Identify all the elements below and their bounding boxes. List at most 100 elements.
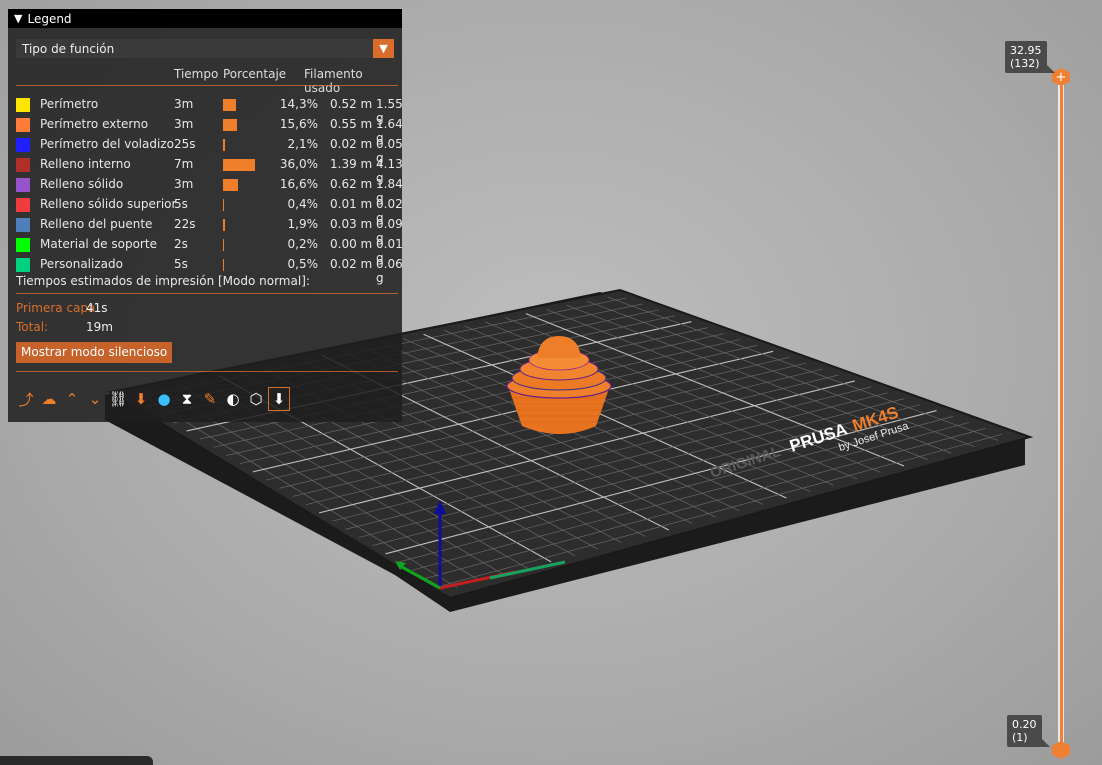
- feature-color-swatch: [16, 238, 30, 252]
- feature-color-swatch: [16, 218, 30, 232]
- top-layer: (132): [1010, 57, 1040, 70]
- legend-panel: ▼ Legend Tipo de función ▼ Tiempo Porcen…: [8, 9, 403, 422]
- total-value: 19m: [86, 320, 113, 334]
- estimates-title: Tiempos estimados de impresión [Modo nor…: [16, 274, 310, 288]
- header-divider: [16, 85, 398, 86]
- top-height: 32.95: [1010, 44, 1042, 57]
- feature-percent-bar: [223, 179, 238, 191]
- feature-time: 2s: [174, 237, 188, 251]
- feature-color-swatch: [16, 98, 30, 112]
- bottom-tab-bar[interactable]: [0, 756, 153, 765]
- color-changes-icon[interactable]: ●: [154, 388, 174, 410]
- feature-length: 0.02 m: [330, 257, 373, 271]
- feature-row[interactable]: Relleno interno 7m 36,0% 1.39 m 4.13 g: [8, 155, 403, 185]
- feature-length: 0.62 m: [330, 177, 373, 191]
- total-label: Total:: [16, 320, 49, 334]
- feature-row[interactable]: Relleno sólido 3m 16,6% 0.62 m 1.84 g: [8, 175, 403, 205]
- feature-time: 5s: [174, 197, 188, 211]
- feature-name: Perímetro externo: [40, 117, 149, 131]
- legend-header[interactable]: ▼ Legend: [8, 9, 402, 28]
- feature-length: 0.01 m: [330, 197, 373, 211]
- feature-row[interactable]: Perímetro externo 3m 15,6% 0.55 m 1.64 g: [8, 115, 403, 145]
- feature-color-swatch: [16, 118, 30, 132]
- feature-color-swatch: [16, 138, 30, 152]
- feature-color-swatch: [16, 158, 30, 172]
- view-type-value: Tipo de función: [22, 41, 115, 56]
- feature-time: 3m: [174, 117, 194, 131]
- feature-percent: 16,6%: [279, 177, 318, 191]
- feature-percent: 1,9%: [287, 217, 319, 231]
- seams-icon[interactable]: ⛓: [108, 388, 128, 410]
- collapse-triangle-icon[interactable]: ▼: [14, 12, 22, 25]
- feature-name: Personalizado: [40, 257, 123, 271]
- wipe-icon[interactable]: ☁: [39, 388, 59, 410]
- feature-percent-bar: [223, 259, 224, 271]
- bottom-layer: (1): [1012, 731, 1028, 744]
- feature-percent-bar: [223, 199, 224, 211]
- feature-percent: 0,5%: [287, 257, 319, 271]
- visibility-toolbar: ⤴ ☁ ⌃ ⌄ ⛓ ⬇ ● ⧗ ✎ ◐ ⬡ ⬇: [16, 384, 398, 414]
- feature-row[interactable]: Material de soporte 2s 0,2% 0.00 m 0.01 g: [8, 235, 403, 265]
- pause-icon[interactable]: ⧗: [177, 388, 197, 410]
- feature-percent: 0,4%: [287, 197, 319, 211]
- feature-percent-bar: [223, 159, 255, 171]
- feature-time: 22s: [174, 217, 196, 231]
- feature-time: 3m: [174, 177, 194, 191]
- plus-icon: +: [1055, 69, 1067, 85]
- toolbar-divider: [16, 371, 398, 372]
- feature-row[interactable]: Relleno del puente 22s 1,9% 0.03 m 0.09 g: [8, 215, 403, 245]
- feature-time: 3m: [174, 97, 194, 111]
- tool-changes-icon[interactable]: ⬇: [131, 388, 151, 410]
- feature-time: 5s: [174, 257, 188, 271]
- show-silent-mode-button[interactable]: Mostrar modo silencioso: [16, 342, 173, 363]
- custom-gcode-icon[interactable]: ✎: [200, 388, 220, 410]
- feature-percent: 0,2%: [287, 237, 319, 251]
- feature-length: 0.03 m: [330, 217, 373, 231]
- view-type-dropdown[interactable]: Tipo de función ▼: [16, 39, 394, 58]
- feature-percent-bar: [223, 119, 237, 131]
- feature-row[interactable]: Personalizado 5s 0,5% 0.02 m 0.06 g: [8, 255, 403, 285]
- estimates-divider: [16, 293, 398, 294]
- feature-percent: 15,6%: [279, 117, 318, 131]
- feature-percent: 14,3%: [279, 97, 318, 111]
- feature-percent-bar: [223, 239, 224, 251]
- feature-name: Perímetro: [40, 97, 99, 111]
- slider-top-label: 32.95 (132): [1005, 41, 1055, 73]
- feature-row[interactable]: Relleno sólido superior 5s 0,4% 0.01 m 0.02 …: [8, 195, 403, 225]
- shells-icon[interactable]: ⬡: [246, 388, 266, 410]
- feature-name: Relleno interno: [40, 157, 131, 171]
- feature-length: 1.39 m: [330, 157, 373, 171]
- column-time: Tiempo: [174, 67, 219, 81]
- legend-title: Legend: [27, 11, 72, 26]
- feature-percent: 2,1%: [287, 137, 319, 151]
- layer-slider-range: [1060, 85, 1063, 745]
- feature-weight: 0.06 g: [376, 257, 403, 285]
- retractions-icon[interactable]: ⌃: [62, 388, 82, 410]
- feature-name: Perímetro del voladizo: [40, 137, 174, 151]
- column-filament: Filamento usado: [304, 67, 363, 95]
- feature-name: Relleno del puente: [40, 217, 153, 231]
- feature-name: Material de soporte: [40, 237, 157, 251]
- feature-row[interactable]: Perímetro del voladizo 25s 2,1% 0.02 m 0.05 …: [8, 135, 403, 165]
- column-percent: Porcentaje: [223, 67, 287, 81]
- feature-color-swatch: [16, 198, 30, 212]
- feature-row[interactable]: Perímetro 3m 14,3% 0.52 m 1.55 g: [8, 95, 403, 125]
- feature-color-swatch: [16, 258, 30, 272]
- feature-length: 0.52 m: [330, 97, 373, 111]
- feature-percent-bar: [223, 139, 225, 151]
- feature-percent-bar: [223, 219, 225, 231]
- deretractions-icon[interactable]: ⌄: [85, 388, 105, 410]
- feature-length: 0.55 m: [330, 117, 373, 131]
- tool-marker-icon[interactable]: ⬇: [268, 387, 290, 411]
- dropdown-arrow-icon[interactable]: ▼: [373, 39, 394, 58]
- center-of-gravity-icon[interactable]: ◐: [223, 388, 243, 410]
- slider-bottom-label: 0.20 (1): [1007, 715, 1050, 747]
- feature-time: 25s: [174, 137, 196, 151]
- feature-percent-bar: [223, 99, 236, 111]
- first-layer-value: 41s: [86, 301, 108, 315]
- feature-length: 0.02 m: [330, 137, 373, 151]
- feature-color-swatch: [16, 178, 30, 192]
- travel-icon[interactable]: ⤴: [16, 388, 36, 410]
- feature-name: Relleno sólido: [40, 177, 124, 191]
- feature-length: 0.00 m: [330, 237, 373, 251]
